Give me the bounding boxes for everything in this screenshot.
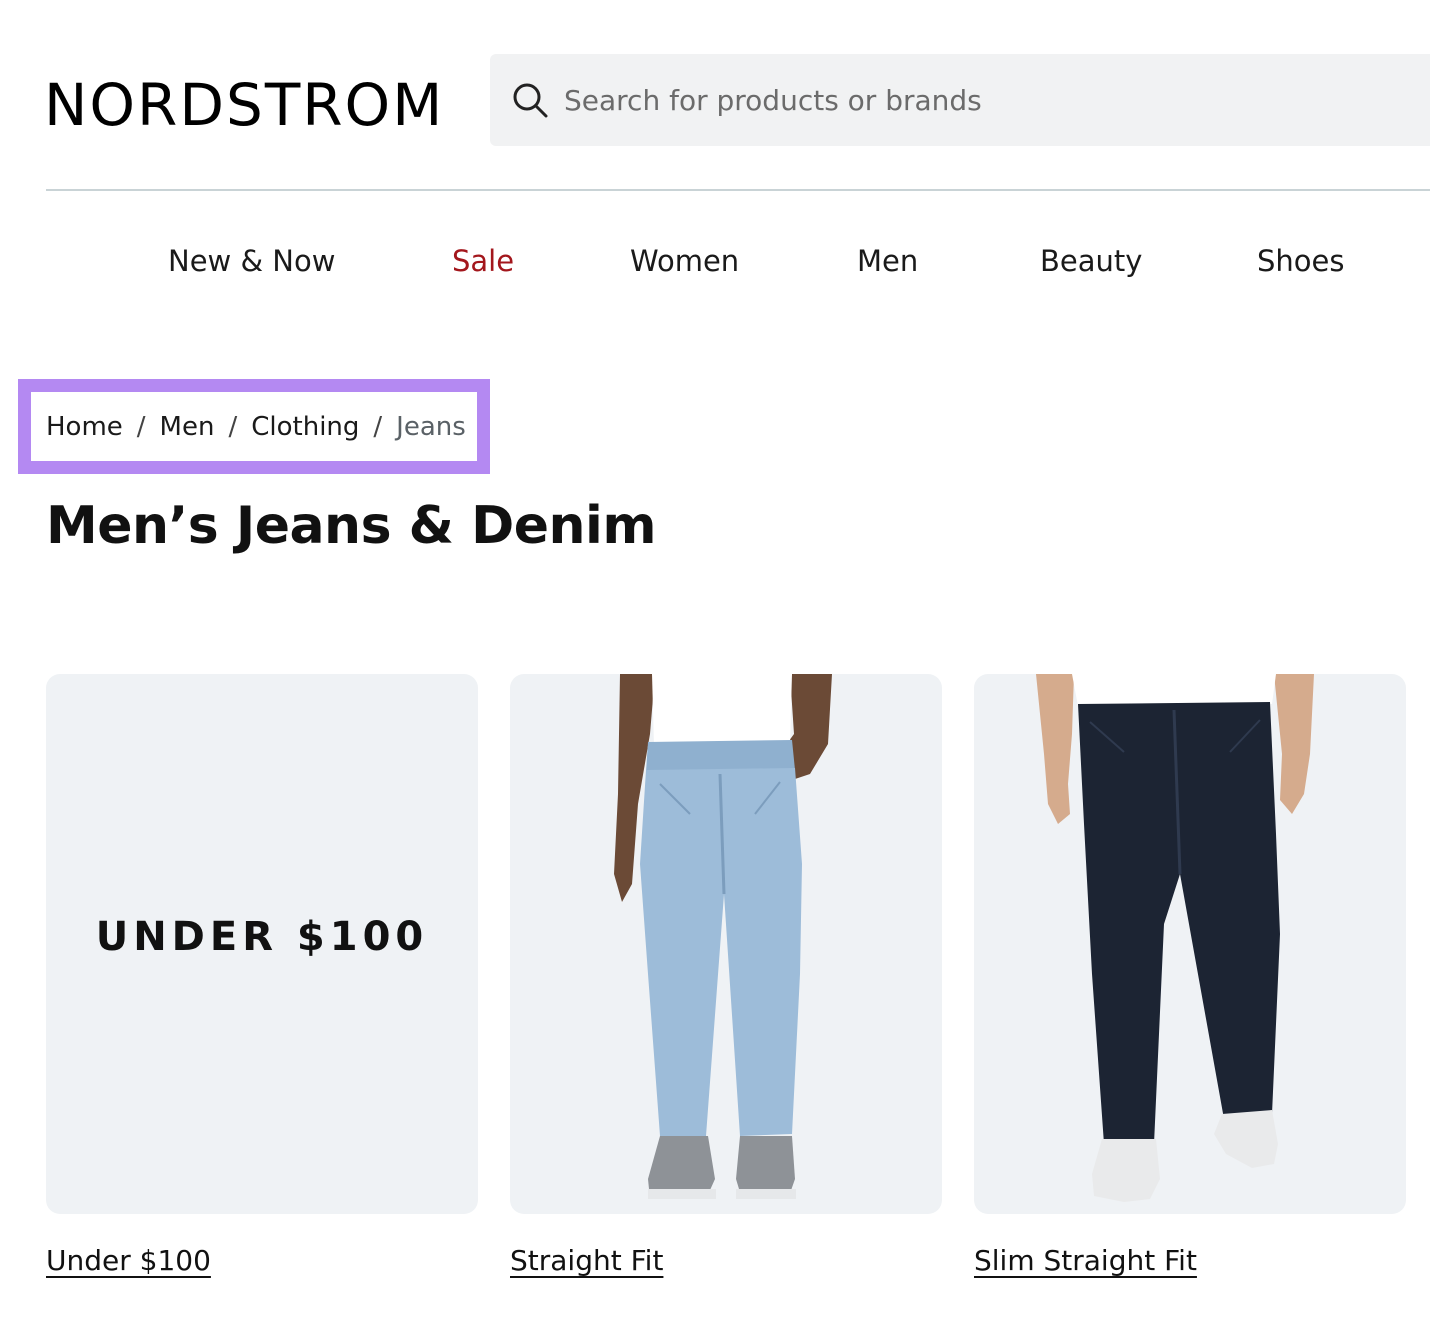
breadcrumb-separator: / bbox=[136, 412, 146, 442]
light-wash-jeans-image bbox=[614, 674, 832, 1199]
category-card-under-100[interactable]: UNDER $100 bbox=[46, 674, 478, 1214]
nordstrom-logo[interactable]: NORDSTROM bbox=[44, 70, 444, 140]
nav-new-and-now[interactable]: New & Now bbox=[168, 238, 335, 284]
category-card-slim-straight-fit[interactable] bbox=[974, 674, 1406, 1214]
header-divider bbox=[46, 189, 1430, 191]
page-title: Men’s Jeans & Denim bbox=[46, 496, 657, 556]
breadcrumb-jeans: Jeans bbox=[396, 412, 466, 442]
search-icon[interactable] bbox=[510, 80, 550, 120]
search-input[interactable] bbox=[564, 70, 1384, 130]
breadcrumb-home[interactable]: Home bbox=[46, 412, 123, 442]
breadcrumb-men[interactable]: Men bbox=[160, 412, 215, 442]
promo-text: UNDER $100 bbox=[95, 914, 429, 960]
nav-shoes[interactable]: Shoes bbox=[1257, 238, 1344, 284]
dark-wash-jeans-image bbox=[1036, 674, 1314, 1202]
category-link-under-100[interactable]: Under $100 bbox=[46, 1244, 211, 1277]
breadcrumb: Home / Men / Clothing / Jeans bbox=[46, 404, 466, 450]
nav-women[interactable]: Women bbox=[630, 238, 739, 284]
search-bar[interactable] bbox=[490, 54, 1430, 146]
breadcrumb-separator: / bbox=[373, 412, 383, 442]
nav-men[interactable]: Men bbox=[857, 238, 918, 284]
breadcrumb-clothing[interactable]: Clothing bbox=[251, 412, 359, 442]
breadcrumb-separator: / bbox=[228, 412, 238, 442]
category-link-straight-fit[interactable]: Straight Fit bbox=[510, 1244, 663, 1277]
category-card-straight-fit[interactable] bbox=[510, 674, 942, 1214]
nav-sale[interactable]: Sale bbox=[452, 238, 514, 284]
nav-beauty[interactable]: Beauty bbox=[1040, 238, 1142, 284]
page: NORDSTROM New & Now Sale Women Men Beaut… bbox=[0, 0, 1430, 1334]
category-link-slim-straight-fit[interactable]: Slim Straight Fit bbox=[974, 1244, 1197, 1277]
